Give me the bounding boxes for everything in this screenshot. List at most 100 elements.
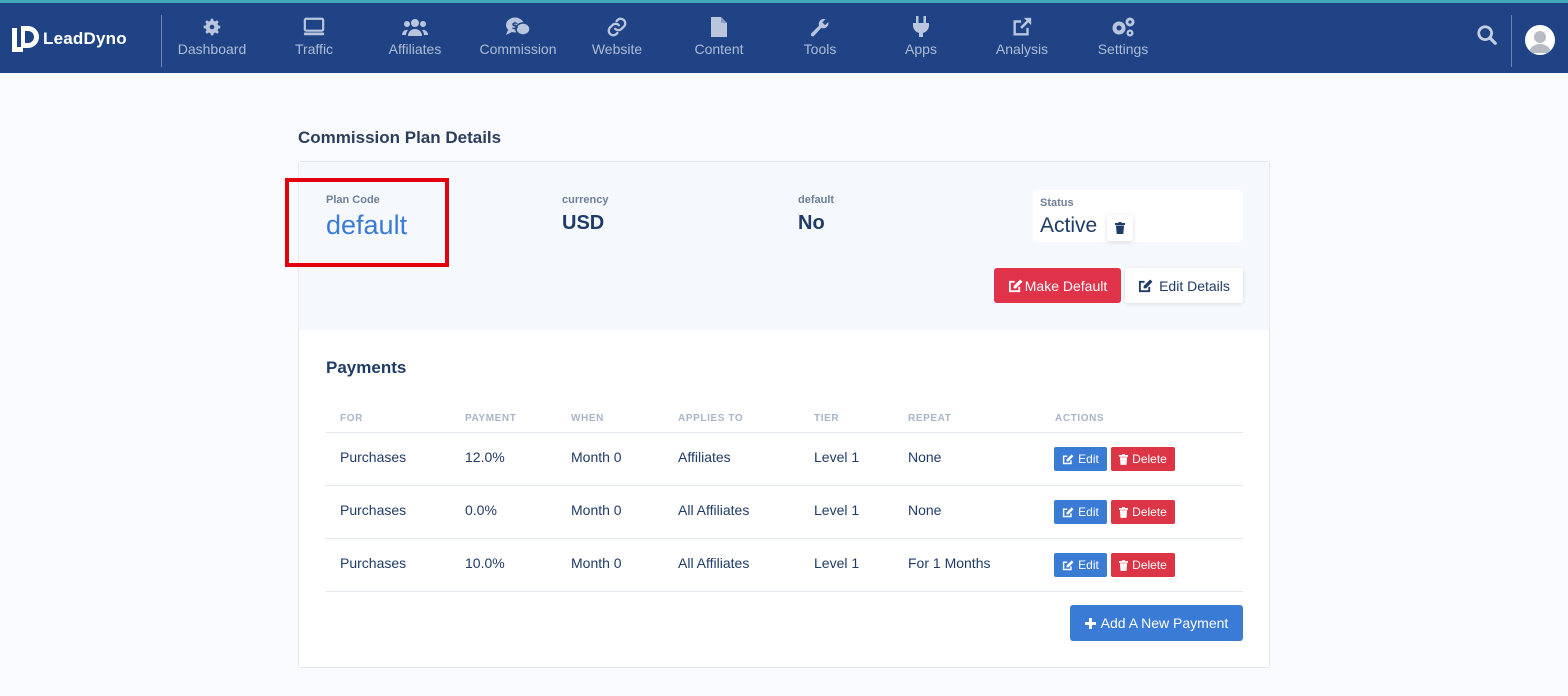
file-icon <box>711 17 727 37</box>
cell-applies-to: Affiliates <box>678 449 731 465</box>
cell-when: Month 0 <box>571 502 622 518</box>
nav-label: Tools <box>803 41 837 57</box>
default-label: default <box>798 194 835 206</box>
nav-label: Dashboard <box>177 41 247 57</box>
cell-applies-to: All Affiliates <box>678 502 750 518</box>
edit-label: Edit <box>1078 558 1099 572</box>
cell-payment: 12.0% <box>465 449 505 465</box>
column-header-tier: TIER <box>814 413 840 424</box>
payments-table-header: FOR PAYMENT WHEN APPLIES TO TIER REPEAT … <box>326 402 1243 433</box>
nav-label: Settings <box>1097 41 1149 57</box>
user-avatar[interactable] <box>1525 25 1555 55</box>
column-header-repeat: REPEAT <box>908 413 952 424</box>
edit-label: Edit <box>1078 452 1099 466</box>
gears-icon <box>1112 17 1135 37</box>
cell-when: Month 0 <box>571 449 622 465</box>
edit-icon <box>1063 506 1074 517</box>
cell-payment: 10.0% <box>465 555 505 571</box>
delete-plan-button[interactable] <box>1107 215 1133 241</box>
edit-payment-button[interactable]: Edit <box>1054 500 1107 524</box>
top-nav-bar: LeadDyno Dashboard Traffic Affiliates $ … <box>0 0 1568 73</box>
delete-payment-button[interactable]: Delete <box>1111 500 1175 524</box>
cell-tier: Level 1 <box>814 555 860 571</box>
edit-payment-button[interactable]: Edit <box>1054 447 1107 471</box>
column-header-payment: PAYMENT <box>465 413 517 424</box>
default-value: No <box>798 212 825 234</box>
plan-code-highlight-box <box>285 178 449 267</box>
cell-tier: Level 1 <box>814 502 860 518</box>
nav-label: Apps <box>905 41 937 57</box>
column-header-actions: ACTIONS <box>1055 413 1105 424</box>
delete-label: Delete <box>1132 558 1167 572</box>
edit-details-label: Edit Details <box>1159 277 1230 294</box>
cell-tier: Level 1 <box>814 449 860 465</box>
table-row: Purchases 0.0% Month 0 All Affiliates Le… <box>326 486 1243 539</box>
add-payment-label: Add A New Payment <box>1100 615 1229 631</box>
cell-repeat: None <box>908 449 942 465</box>
gear-icon <box>203 18 221 36</box>
monitor-icon <box>303 17 325 36</box>
plug-icon <box>913 16 929 37</box>
column-header-for: FOR <box>340 413 363 424</box>
leaddyno-logo[interactable]: LeadDyno <box>10 23 127 55</box>
nav-item-tools[interactable]: Tools <box>770 15 870 65</box>
brand-name: LeadDyno <box>43 29 127 48</box>
cell-for: Purchases <box>340 449 407 465</box>
trash-icon <box>1119 559 1129 571</box>
search-button[interactable] <box>1476 24 1500 48</box>
nav-item-website[interactable]: Website <box>567 15 667 65</box>
trash-icon <box>1119 453 1129 465</box>
table-row: Purchases 12.0% Month 0 Affiliates Level… <box>326 433 1243 486</box>
page-title: Commission Plan Details <box>298 128 502 147</box>
leaddyno-logo-icon <box>12 26 39 52</box>
money-chat-icon: $ <box>506 17 531 36</box>
nav-label: Website <box>591 41 643 57</box>
nav-item-dashboard[interactable]: Dashboard <box>162 15 262 65</box>
edit-icon <box>1008 278 1023 292</box>
search-icon <box>1477 25 1497 45</box>
trash-icon <box>1115 222 1125 234</box>
trash-icon <box>1119 506 1129 518</box>
delete-payment-button[interactable]: Delete <box>1111 553 1175 577</box>
svg-text:$: $ <box>512 21 519 32</box>
cell-repeat: For 1 Months <box>908 555 991 571</box>
status-value: Active <box>1040 214 1098 237</box>
make-default-button[interactable]: Make Default <box>994 268 1121 303</box>
table-row: Purchases 10.0% Month 0 All Affiliates L… <box>326 539 1243 592</box>
add-payment-button[interactable]: Add A New Payment <box>1070 605 1243 641</box>
column-header-applies-to: APPLIES TO <box>678 413 744 424</box>
status-label: Status <box>1040 197 1074 209</box>
edit-icon <box>1063 453 1074 464</box>
plus-icon <box>1084 617 1096 629</box>
edit-icon <box>1063 559 1074 570</box>
edit-details-button[interactable]: Edit Details <box>1125 268 1243 303</box>
nav-label: Affiliates <box>388 41 442 57</box>
cell-for: Purchases <box>340 555 407 571</box>
nav-item-affiliates[interactable]: Affiliates <box>365 15 465 65</box>
nav-item-traffic[interactable]: Traffic <box>264 15 364 65</box>
currency-label: currency <box>562 194 609 206</box>
status-panel: Status Active <box>1033 190 1243 242</box>
column-header-when: WHEN <box>571 413 604 424</box>
edit-payment-button[interactable]: Edit <box>1054 553 1107 577</box>
nav-item-apps[interactable]: Apps <box>871 15 971 65</box>
nav-item-commission[interactable]: $ Commission <box>468 15 568 65</box>
nav-label: Analysis <box>995 41 1049 57</box>
nav-label: Traffic <box>294 41 334 57</box>
cell-repeat: None <box>908 502 942 518</box>
cell-applies-to: All Affiliates <box>678 555 750 571</box>
delete-payment-button[interactable]: Delete <box>1111 447 1175 471</box>
delete-label: Delete <box>1132 505 1167 519</box>
nav-label: Content <box>694 41 744 57</box>
edit-icon <box>1139 278 1153 292</box>
nav-label: Commission <box>479 41 557 57</box>
payments-title: Payments <box>326 358 407 377</box>
make-default-label: Make Default <box>1024 277 1108 294</box>
cell-when: Month 0 <box>571 555 622 571</box>
users-icon <box>402 19 428 36</box>
nav-item-content[interactable]: Content <box>669 15 769 65</box>
nav-item-settings[interactable]: Settings <box>1073 15 1173 65</box>
currency-value: USD <box>562 212 605 234</box>
user-icon <box>1529 31 1551 53</box>
nav-item-analysis[interactable]: Analysis <box>972 15 1072 65</box>
